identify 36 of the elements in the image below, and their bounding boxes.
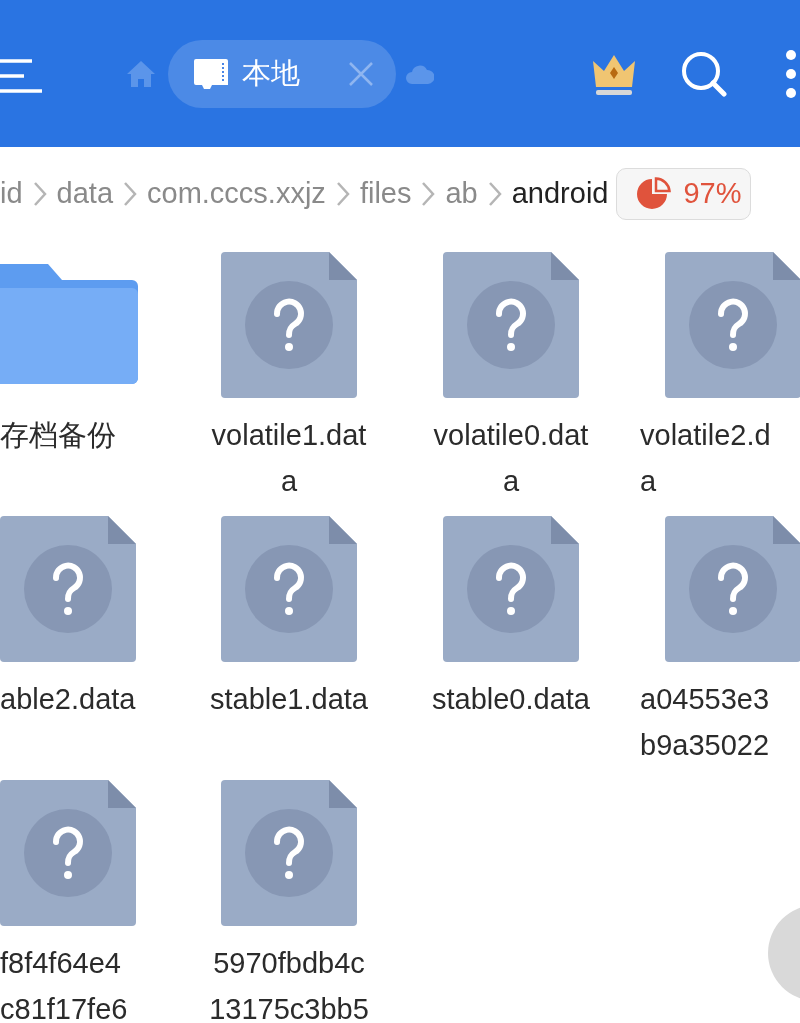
file-name: able2.data	[0, 682, 136, 717]
file-name: volatile1.dat	[211, 418, 367, 453]
breadcrumb-item[interactable]: android	[511, 177, 609, 210]
breadcrumb-item[interactable]: ab	[445, 177, 478, 210]
file-name: 5970fbdb4c	[213, 946, 365, 981]
file-name: a04553e3	[640, 682, 770, 717]
unknown-file-icon	[221, 780, 357, 926]
unknown-file-icon	[443, 252, 579, 398]
file-name: stable0.data	[432, 682, 590, 717]
file-name: a	[280, 464, 298, 499]
unknown-file-icon	[443, 516, 579, 662]
file-name: b9a35022	[640, 728, 770, 763]
breadcrumb-item[interactable]: files	[359, 177, 412, 210]
storage-reading: 97%	[683, 177, 742, 210]
close-icon[interactable]	[348, 60, 374, 87]
search-icon[interactable]	[681, 50, 727, 97]
more-icon[interactable]	[785, 48, 797, 99]
file-name: volatile0.dat	[433, 418, 589, 453]
file-name: 存档备份	[0, 418, 116, 453]
file-name: f8f4f64e4	[0, 946, 121, 981]
file-name: volatile2.d	[640, 418, 771, 453]
tab-label: 本地	[242, 55, 301, 91]
file-name: a	[640, 464, 657, 499]
file-name: stable1.data	[210, 682, 368, 717]
sd-card-icon	[194, 58, 228, 89]
unknown-file-icon	[221, 252, 357, 398]
file-name: a	[502, 464, 520, 499]
storage-chip[interactable]: 97%	[616, 167, 751, 220]
breadcrumb-item[interactable]: id	[0, 177, 23, 210]
breadcrumb-item[interactable]: data	[56, 177, 114, 210]
local-tab[interactable]: 本地	[168, 39, 396, 108]
breadcrumb-item[interactable]: com.cccs.xxjz	[147, 177, 326, 210]
unknown-file-icon	[221, 516, 357, 662]
file-name: 13175c3bb5	[209, 992, 369, 1023]
pie-chart-icon	[637, 176, 672, 211]
file-name: c81f17fe6	[0, 992, 128, 1023]
